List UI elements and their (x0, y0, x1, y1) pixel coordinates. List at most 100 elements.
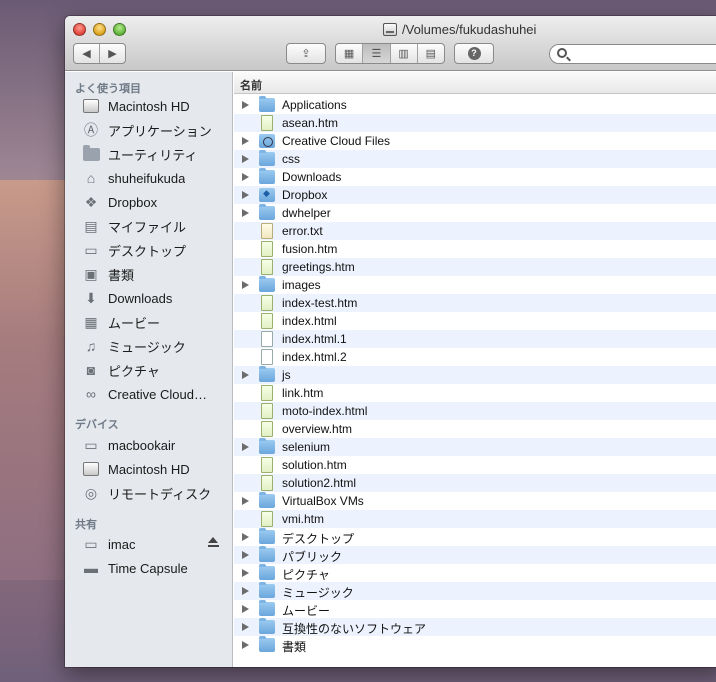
file-row[interactable]: Applications (234, 96, 716, 114)
sidebar-item-time-capsule[interactable]: ▬ Time Capsule (81, 558, 231, 578)
sidebar-item-macbookair[interactable]: ▭ macbookair (81, 435, 231, 455)
disclosure-triangle-icon[interactable] (242, 209, 249, 217)
pictures-icon: ◙ (86, 362, 96, 378)
sidebar-item-music[interactable]: ♫ ミュージック (81, 336, 231, 356)
disclosure-triangle-icon[interactable] (242, 551, 249, 559)
folder-icon (259, 276, 275, 292)
disclosure-triangle-icon[interactable] (242, 443, 249, 451)
sidebar-item-pictures[interactable]: ◙ ピクチャ (81, 360, 231, 380)
back-button[interactable]: ◀ (74, 44, 99, 63)
action-button[interactable]: ? (454, 43, 494, 64)
file-row[interactable]: ピクチャ (234, 564, 716, 582)
disclosure-triangle-icon[interactable] (242, 191, 249, 199)
disclosure-triangle-icon[interactable] (242, 101, 249, 109)
disclosure-triangle-icon[interactable] (242, 587, 249, 595)
file-row[interactable]: greetings.htm (234, 258, 716, 276)
folder-icon (259, 564, 275, 580)
disclosure-triangle-icon[interactable] (242, 173, 249, 181)
folder-icon (259, 366, 275, 382)
file-row[interactable]: moto-index.html (234, 402, 716, 420)
file-name: vmi.htm (282, 512, 324, 526)
file-row[interactable]: デスクトップ (234, 528, 716, 546)
file-row[interactable]: Downloads (234, 168, 716, 186)
text-file-icon (261, 223, 273, 239)
sidebar-item-desktop[interactable]: ▭ デスクトップ (81, 240, 231, 260)
file-row[interactable]: ミュージック (234, 582, 716, 600)
sidebar-item-downloads[interactable]: ⬇ Downloads (81, 288, 231, 308)
disclosure-triangle-icon[interactable] (242, 497, 249, 505)
file-row[interactable]: images (234, 276, 716, 294)
creative-cloud-folder-icon (259, 134, 275, 148)
disclosure-triangle-icon[interactable] (242, 155, 249, 163)
folder-icon (259, 204, 275, 220)
file-name: Applications (282, 98, 347, 112)
file-row[interactable]: 書類 (234, 636, 716, 654)
search-field[interactable] (549, 44, 716, 64)
file-name: dwhelper (282, 206, 331, 220)
file-row[interactable]: overview.htm (234, 420, 716, 438)
icon-view-button[interactable]: ▦ (336, 44, 362, 63)
sidebar-item-imac[interactable]: ▭ imac (81, 534, 231, 554)
minimize-button[interactable] (93, 23, 106, 36)
file-row[interactable]: パブリック (234, 546, 716, 564)
disclosure-triangle-icon[interactable] (242, 605, 249, 613)
share-button[interactable]: ⇪ (286, 43, 326, 64)
file-row[interactable]: asean.htm (234, 114, 716, 132)
file-row[interactable]: index.html.2 (234, 348, 716, 366)
html-file-icon (261, 475, 273, 491)
file-row[interactable]: link.htm (234, 384, 716, 402)
disclosure-triangle-icon[interactable] (242, 641, 249, 649)
sidebar-item-home[interactable]: ⌂ shuheifukuda (81, 168, 231, 188)
file-row[interactable]: css (234, 150, 716, 168)
file-list: Applications asean.htm Creative Cloud File… (234, 96, 716, 654)
file-row[interactable]: 互換性のないソフトウェア (234, 618, 716, 636)
disclosure-triangle-icon[interactable] (242, 281, 249, 289)
sidebar-item-dropbox[interactable]: ❖ Dropbox (81, 192, 231, 212)
disclosure-triangle-icon[interactable] (242, 371, 249, 379)
file-row[interactable]: selenium (234, 438, 716, 456)
file-row[interactable]: index.html (234, 312, 716, 330)
column-view-button[interactable]: ▥ (389, 44, 417, 63)
disclosure-triangle-icon[interactable] (242, 137, 249, 145)
list-view-icon: ☰ (371, 48, 382, 60)
file-row[interactable]: solution2.html (234, 474, 716, 492)
file-row[interactable]: js (234, 366, 716, 384)
window-title: /Volumes/fukudashuhei (383, 21, 536, 37)
forward-button[interactable]: ▶ (99, 44, 125, 63)
sidebar-item-documents[interactable]: ▣ 書類 (81, 264, 231, 284)
sidebar-item-macintosh-hd-device[interactable]: Macintosh HD (81, 459, 231, 479)
close-button[interactable] (73, 23, 86, 36)
file-row[interactable]: vmi.htm (234, 510, 716, 528)
sidebar-item-remote-disc[interactable]: ◎ リモートディスク (81, 483, 231, 503)
eject-icon[interactable] (208, 537, 219, 549)
sidebar-item-all-my-files[interactable]: ▤ マイファイル (81, 216, 231, 236)
file-name: moto-index.html (282, 404, 368, 418)
file-row[interactable]: Dropbox (234, 186, 716, 204)
file-row[interactable]: ムービー (234, 600, 716, 618)
applications-icon: Ⓐ (84, 122, 98, 138)
cover-flow-button[interactable]: ▤ (416, 44, 444, 63)
title-bar: /Volumes/fukudashuhei ◀ ▶ ⇪ ▦ ☰ ▥ ▤ ? (65, 16, 716, 71)
html-file-icon (261, 295, 273, 311)
sidebar-item-utilities[interactable]: ユーティリティ (81, 144, 231, 164)
disclosure-triangle-icon[interactable] (242, 533, 249, 541)
disclosure-triangle-icon[interactable] (242, 623, 249, 631)
file-row[interactable]: Creative Cloud Files (234, 132, 716, 150)
file-row[interactable]: VirtualBox VMs (234, 492, 716, 510)
file-row[interactable]: index.html.1 (234, 330, 716, 348)
html-file-icon (261, 421, 273, 437)
list-view-button[interactable]: ☰ (362, 44, 390, 63)
sidebar: よく使う項目 Macintosh HD Ⓐ アプリケーション ユーティリティ ⌂… (65, 72, 233, 667)
sidebar-item-creative-cloud[interactable]: ∞ Creative Cloud… (81, 384, 231, 404)
column-header-name[interactable]: 名前 (234, 72, 716, 94)
file-row[interactable]: dwhelper (234, 204, 716, 222)
file-row[interactable]: fusion.htm (234, 240, 716, 258)
sidebar-item-applications[interactable]: Ⓐ アプリケーション (81, 120, 231, 140)
file-row[interactable]: index-test.htm (234, 294, 716, 312)
file-row[interactable]: solution.htm (234, 456, 716, 474)
zoom-button[interactable] (113, 23, 126, 36)
disclosure-triangle-icon[interactable] (242, 569, 249, 577)
sidebar-item-movies[interactable]: ▦ ムービー (81, 312, 231, 332)
file-row[interactable]: error.txt (234, 222, 716, 240)
sidebar-item-macintosh-hd[interactable]: Macintosh HD (81, 96, 231, 116)
